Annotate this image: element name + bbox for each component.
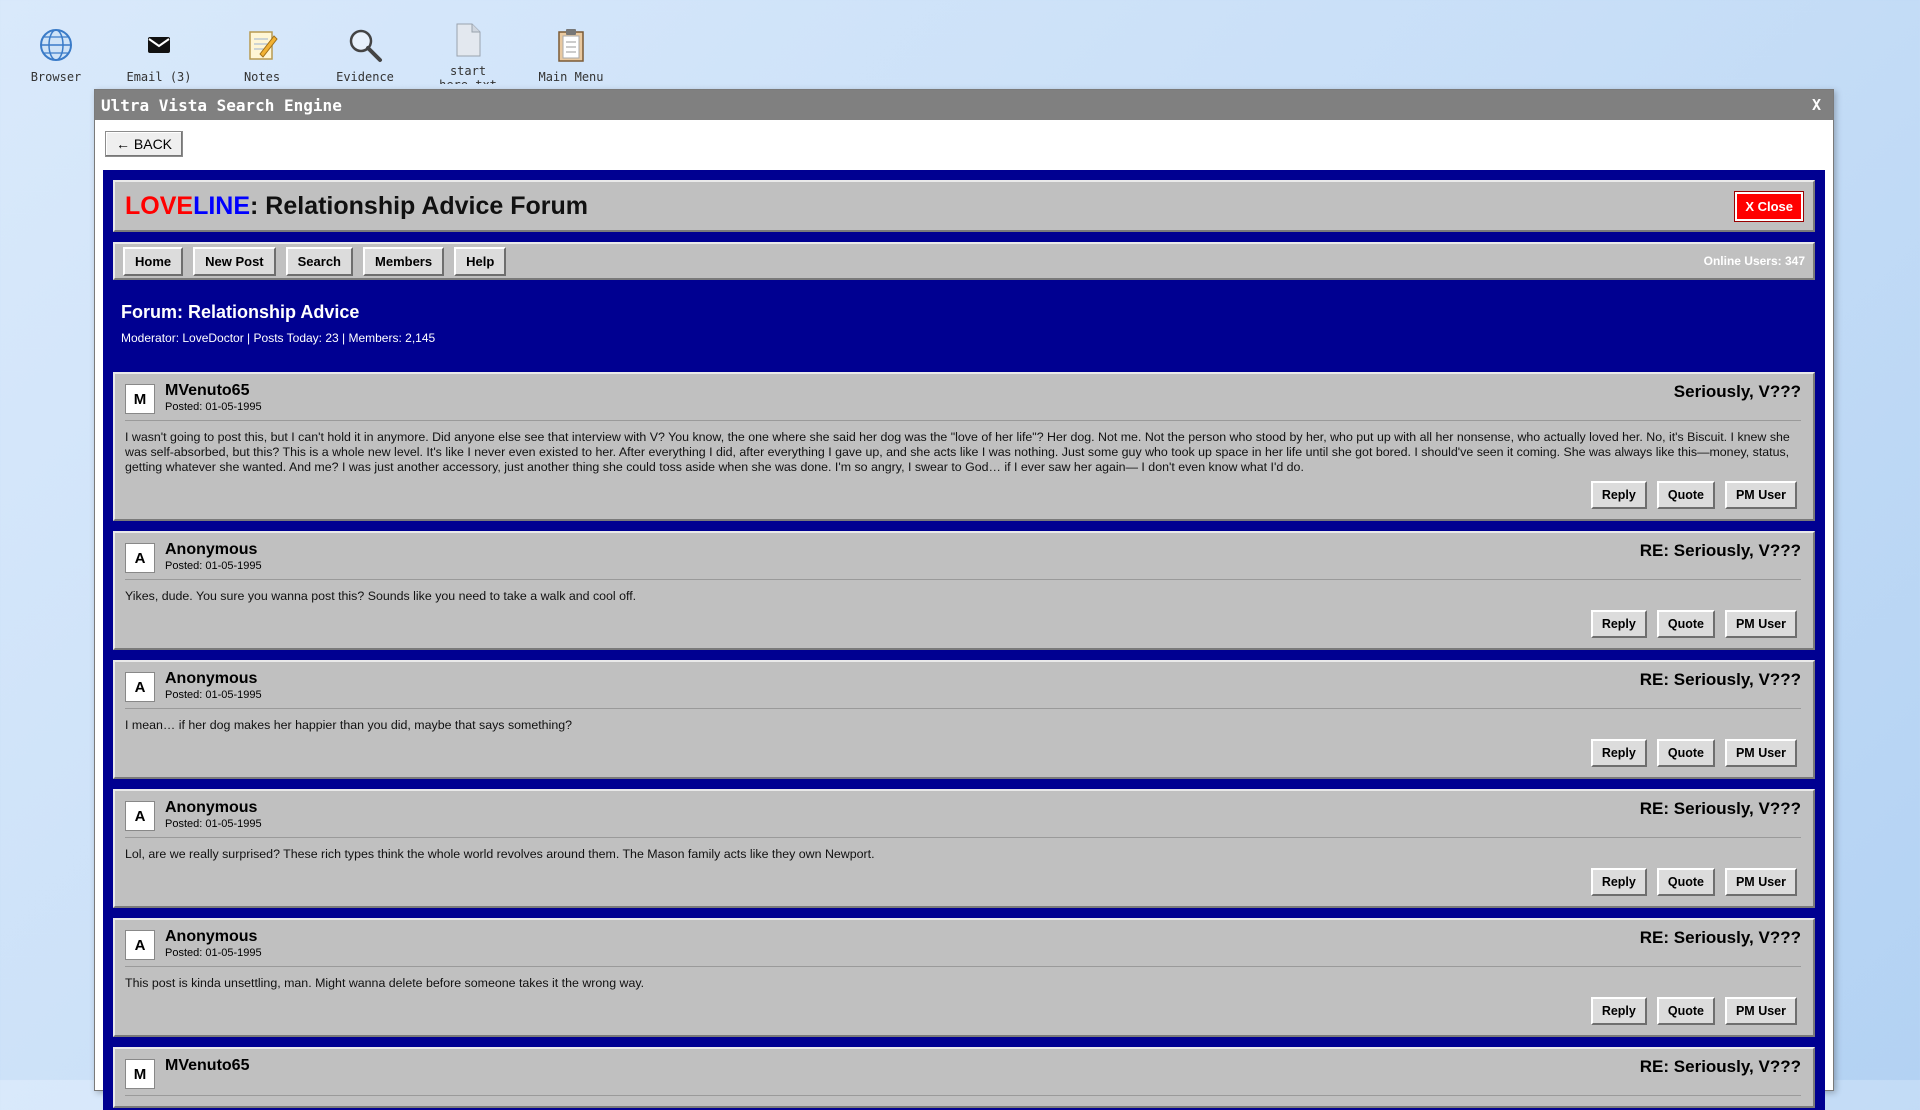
- forum-close-button[interactable]: X Close: [1734, 190, 1804, 222]
- post-subject: RE: Seriously, V???: [1639, 1057, 1801, 1076]
- post-date: Posted: 01-05-1995: [165, 401, 262, 413]
- avatar: A: [125, 930, 155, 960]
- post-body: This post is kinda unsettling, man. Migh…: [125, 976, 645, 990]
- forum-post: M MVenuto65 Posted: 01-05-1995 Seriously…: [113, 372, 1815, 521]
- reply-button[interactable]: Reply: [1590, 739, 1647, 767]
- forum-title: LOVELINE: Relationship Advice Forum: [125, 192, 588, 221]
- window-titlebar[interactable]: Ultra Vista Search Engine X: [95, 90, 1833, 120]
- post-date: Posted: 01-05-1995: [165, 818, 262, 830]
- avatar: A: [125, 672, 155, 702]
- forum-post: M MVenuto65 RE: Seriously, V???: [113, 1047, 1815, 1108]
- forum-post: A Anonymous Posted: 01-05-1995 RE: Serio…: [113, 660, 1815, 779]
- desktop-icon-browser[interactable]: Browser: [6, 20, 106, 84]
- forum-title-suffix: : Relationship Advice Forum: [250, 191, 589, 220]
- post-body: Yikes, dude. You sure you wanna post thi…: [125, 589, 637, 603]
- nav-new-post-button[interactable]: New Post: [193, 246, 276, 276]
- browser-toolbar: ← BACK: [95, 120, 1833, 168]
- pm-user-button[interactable]: PM User: [1724, 610, 1797, 638]
- clipboard-icon: [521, 20, 621, 70]
- document-icon: [418, 16, 518, 64]
- brand-line: LINE: [193, 191, 251, 220]
- desktop-icon-label: Browser: [30, 70, 82, 84]
- post-body: Lol, are we really surprised? These rich…: [125, 847, 875, 861]
- post-username[interactable]: Anonymous: [165, 541, 262, 559]
- post-username[interactable]: Anonymous: [165, 928, 262, 946]
- brand-love: LOVE: [125, 191, 194, 220]
- post-date: Posted: 01-05-1995: [165, 689, 262, 701]
- post-username[interactable]: MVenuto65: [165, 1057, 249, 1075]
- desktop-icon-evidence[interactable]: Evidence: [315, 20, 415, 84]
- reply-button[interactable]: Reply: [1590, 610, 1647, 638]
- avatar: A: [125, 543, 155, 573]
- nav-home-button[interactable]: Home: [123, 246, 184, 276]
- quote-button[interactable]: Quote: [1656, 610, 1715, 638]
- envelope-icon: [109, 20, 209, 70]
- desktop-icon-label: Main Menu: [538, 70, 604, 84]
- post-date: Posted: 01-05-1995: [165, 947, 262, 959]
- desktop-icon-label: start here.txt: [439, 64, 497, 84]
- quote-button[interactable]: Quote: [1656, 868, 1715, 896]
- online-users-count: Online Users: 347: [1703, 254, 1805, 268]
- browser-window: Ultra Vista Search Engine X ← BACK LOVEL…: [94, 89, 1834, 1110]
- desktop-icon-label: Email (3): [126, 70, 192, 84]
- nav-members-button[interactable]: Members: [363, 246, 445, 276]
- post-subject: RE: Seriously, V???: [1639, 670, 1801, 689]
- post-username[interactable]: MVenuto65: [165, 382, 262, 400]
- forum-post: A Anonymous Posted: 01-05-1995 RE: Serio…: [113, 531, 1815, 650]
- post-username[interactable]: Anonymous: [165, 670, 262, 688]
- pm-user-button[interactable]: PM User: [1724, 481, 1797, 509]
- forum-page: LOVELINE: Relationship Advice Forum X Cl…: [103, 170, 1825, 1110]
- forum-name: Forum: Relationship Advice: [121, 302, 360, 322]
- post-body: I mean… if her dog makes her happier tha…: [125, 718, 573, 732]
- window-title: Ultra Vista Search Engine: [101, 95, 342, 115]
- forum-info: Forum: Relationship Advice Moderator: Lo…: [113, 280, 1815, 372]
- window-close-button[interactable]: X: [1806, 96, 1827, 114]
- quote-button[interactable]: Quote: [1656, 997, 1715, 1025]
- quote-button[interactable]: Quote: [1656, 739, 1715, 767]
- nav-search-button[interactable]: Search: [285, 246, 354, 276]
- post-subject: Seriously, V???: [1673, 382, 1801, 401]
- forum-post: A Anonymous Posted: 01-05-1995 RE: Serio…: [113, 918, 1815, 1037]
- avatar: M: [125, 1059, 155, 1089]
- desktop-icon-email[interactable]: Email (3): [109, 20, 209, 84]
- pm-user-button[interactable]: PM User: [1724, 868, 1797, 896]
- pm-user-button[interactable]: PM User: [1724, 997, 1797, 1025]
- notepad-icon: [212, 20, 312, 70]
- avatar: M: [125, 384, 155, 414]
- forum-header: LOVELINE: Relationship Advice Forum X Cl…: [113, 180, 1815, 232]
- nav-help-button[interactable]: Help: [454, 246, 507, 276]
- avatar: A: [125, 801, 155, 831]
- magnifier-icon: [315, 20, 415, 70]
- post-subject: RE: Seriously, V???: [1639, 799, 1801, 818]
- post-date: Posted: 01-05-1995: [165, 560, 262, 572]
- reply-button[interactable]: Reply: [1590, 481, 1647, 509]
- desktop-icon-main-menu[interactable]: Main Menu: [521, 20, 621, 84]
- desktop-icon-label: Evidence: [336, 70, 394, 84]
- globe-icon: [6, 20, 106, 70]
- pm-user-button[interactable]: PM User: [1724, 739, 1797, 767]
- desktop-icon-start-here[interactable]: start here.txt: [418, 16, 518, 84]
- reply-button[interactable]: Reply: [1590, 997, 1647, 1025]
- forum-meta: Moderator: LoveDoctor | Posts Today: 23 …: [121, 331, 436, 345]
- post-subject: RE: Seriously, V???: [1639, 541, 1801, 560]
- post-subject: RE: Seriously, V???: [1639, 928, 1801, 947]
- back-button[interactable]: ← BACK: [105, 131, 184, 157]
- forum-nav: Home New Post Search Members Help Online…: [113, 242, 1815, 280]
- post-body: I wasn't going to post this, but I can't…: [125, 430, 1790, 474]
- desktop-icon-notes[interactable]: Notes: [212, 20, 312, 84]
- desktop-icon-label: Notes: [243, 70, 281, 84]
- post-username[interactable]: Anonymous: [165, 799, 262, 817]
- reply-button[interactable]: Reply: [1590, 868, 1647, 896]
- quote-button[interactable]: Quote: [1656, 481, 1715, 509]
- forum-post: A Anonymous Posted: 01-05-1995 RE: Serio…: [113, 789, 1815, 908]
